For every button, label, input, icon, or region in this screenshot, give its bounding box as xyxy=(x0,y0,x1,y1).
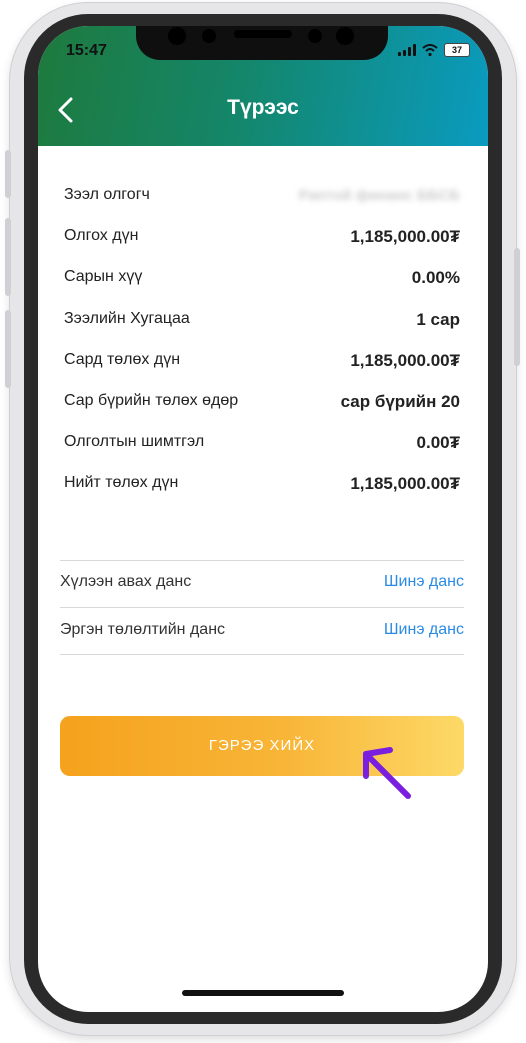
divider xyxy=(60,654,464,655)
detail-value: 1,185,000.00₮ xyxy=(350,474,460,493)
divider xyxy=(60,607,464,608)
detail-label: Олголтын шимтгэл xyxy=(64,433,205,450)
sensor-icon xyxy=(308,29,322,43)
volume-up-button xyxy=(5,218,11,296)
status-time: 15:47 xyxy=(66,42,107,59)
detail-row-monthly-payment: Сард төлөх дүн 1,185,000.00₮ xyxy=(64,351,460,373)
detail-label: Зээлийн Хугацаа xyxy=(64,310,190,327)
notch xyxy=(136,26,388,60)
page-title: Түрээс xyxy=(227,96,299,119)
camera-icon xyxy=(336,27,354,45)
detail-label: Сарын хүү xyxy=(64,268,143,285)
app-screen: 15:47 37 Түрээс Зээл олгогч Раптой финан… xyxy=(38,26,488,1012)
wifi-icon xyxy=(422,44,438,56)
cellular-signal-icon xyxy=(398,44,416,56)
speaker-grille xyxy=(234,30,292,38)
status-icons: 37 xyxy=(398,43,470,57)
annotation-arrow-icon xyxy=(363,747,411,799)
detail-value: сар бүрийн 20 xyxy=(340,392,460,411)
detail-row-term: Зээлийн Хугацаа 1 сар xyxy=(64,310,460,332)
detail-label: Зээл олгогч xyxy=(64,186,150,203)
camera-icon xyxy=(168,27,186,45)
repayment-account-row: Эргэн төлөлтийн данс Шинэ данс xyxy=(60,621,464,643)
detail-label: Сар бүрийн төлөх өдөр xyxy=(64,392,239,409)
sensor-icon xyxy=(202,29,216,43)
detail-label: Нийт төлөх дүн xyxy=(64,474,179,491)
lender-value-blurred: Раптой финанс ББСБ xyxy=(298,187,460,204)
header: 15:47 37 Түрээс xyxy=(38,26,488,146)
detail-value: 0.00% xyxy=(411,268,460,287)
power-button xyxy=(514,248,520,366)
detail-row-amount: Олгох дүн 1,185,000.00₮ xyxy=(64,227,460,249)
mute-switch xyxy=(5,150,11,198)
repayment-account-label: Эргэн төлөлтийн данс xyxy=(60,621,226,638)
detail-value: 1 сар xyxy=(416,310,460,329)
home-indicator[interactable] xyxy=(182,990,344,996)
receive-account-row: Хүлээн авах данс Шинэ данс xyxy=(60,573,464,595)
detail-value: 1,185,000.00₮ xyxy=(350,351,460,370)
detail-value: 1,185,000.00₮ xyxy=(350,227,460,246)
detail-row-fee: Олголтын шимтгэл 0.00₮ xyxy=(64,433,460,455)
detail-label: Олгох дүн xyxy=(64,227,139,244)
volume-down-button xyxy=(5,310,11,388)
detail-row-interest: Сарын хүү 0.00% xyxy=(64,268,460,290)
new-repayment-account-link[interactable]: Шинэ данс xyxy=(384,621,464,639)
detail-value: 0.00₮ xyxy=(416,433,460,452)
detail-row-lender: Зээл олгогч Раптой финанс ББСБ xyxy=(64,186,460,208)
detail-row-total: Нийт төлөх дүн 1,185,000.00₮ xyxy=(64,474,460,496)
detail-row-payment-day: Сар бүрийн төлөх өдөр сар бүрийн 20 xyxy=(64,392,460,414)
divider xyxy=(60,560,464,561)
detail-label: Сард төлөх дүн xyxy=(64,351,181,368)
battery-icon: 37 xyxy=(444,43,470,57)
receive-account-label: Хүлээн авах данс xyxy=(60,573,192,590)
new-receive-account-link[interactable]: Шинэ данс xyxy=(384,573,464,591)
